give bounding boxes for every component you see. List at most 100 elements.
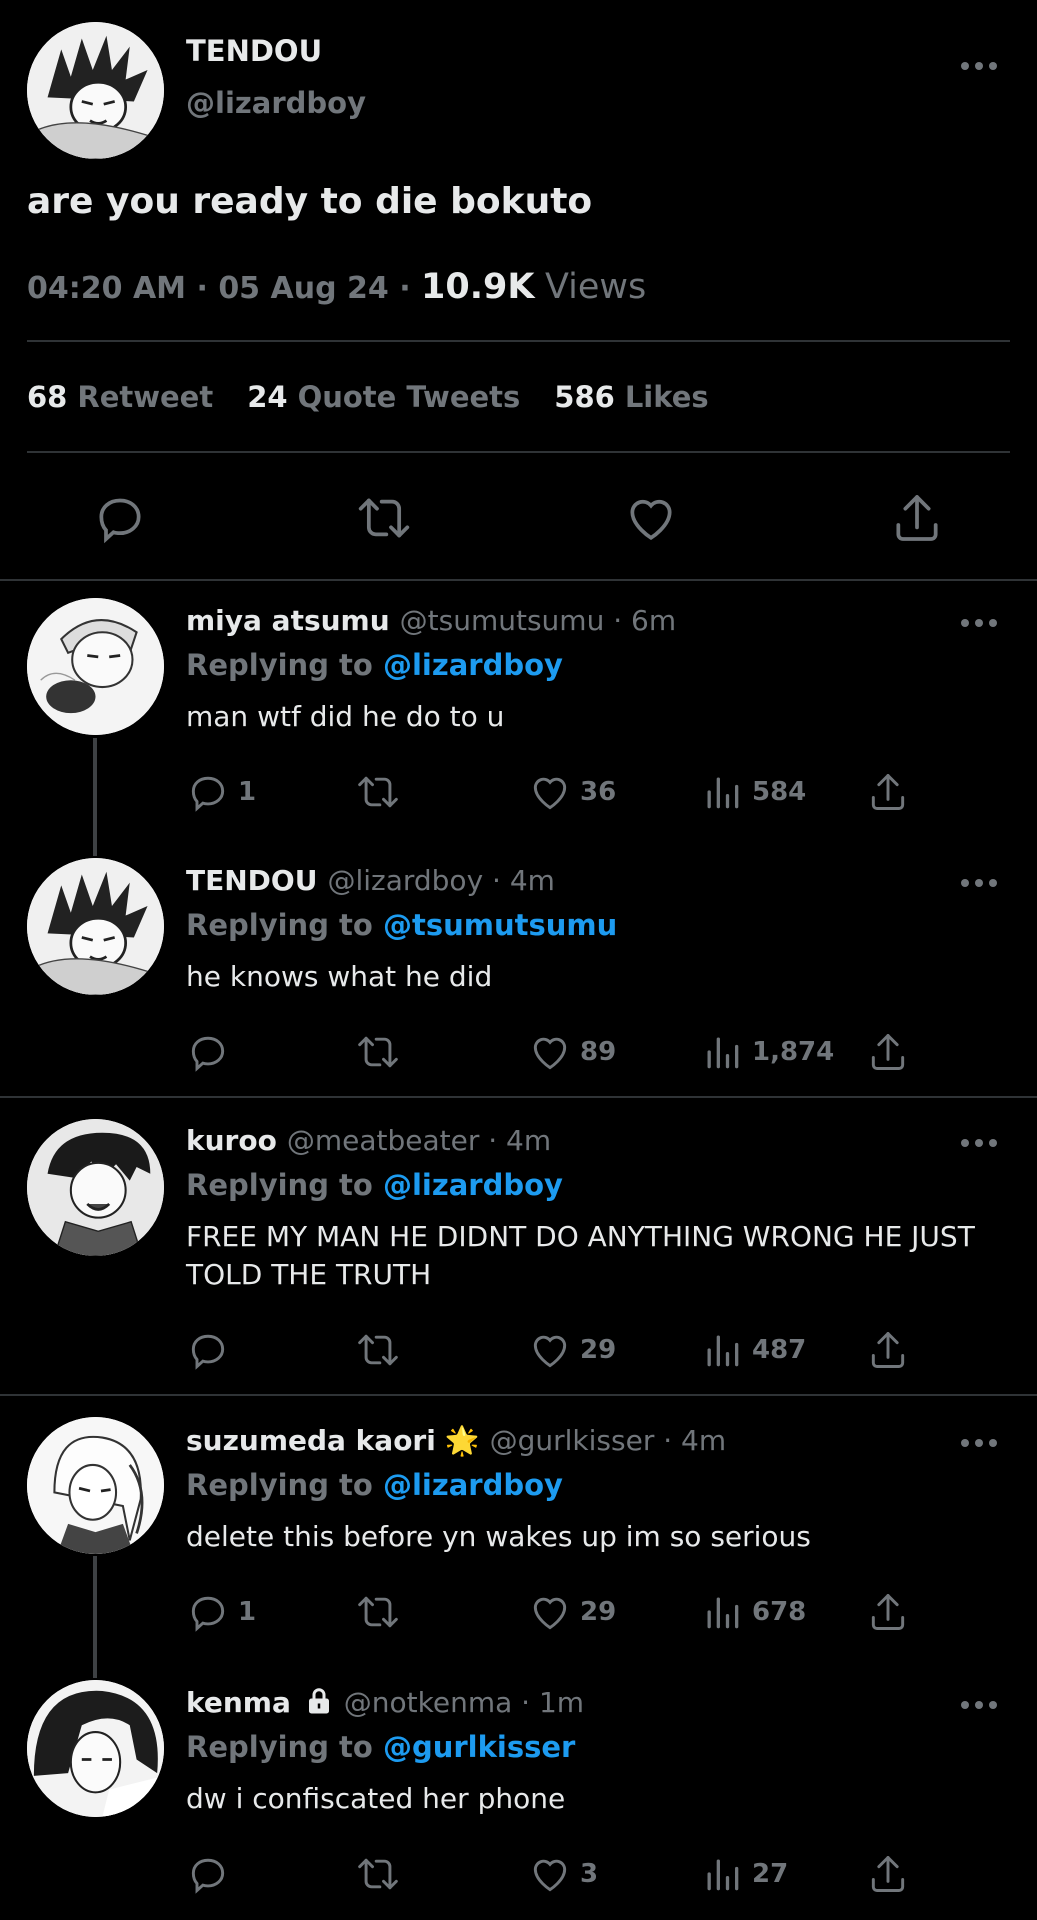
replying-to-mention[interactable]: @lizardboy [383, 648, 563, 682]
reply-button[interactable] [186, 1030, 238, 1074]
avatar[interactable] [27, 1119, 164, 1256]
quote-count[interactable]: 24 [247, 380, 287, 414]
views-button[interactable]: 1,874 [700, 1030, 834, 1074]
reply-header: suzumeda kaori 🌟 @gurlkisser · 4m [186, 1424, 726, 1457]
kaori-avatar-image [27, 1417, 164, 1554]
reply-icon [191, 1334, 225, 1370]
likes-label[interactable]: Likes [625, 380, 709, 414]
like-icon[interactable] [623, 490, 679, 546]
like-button[interactable]: 36 [528, 770, 616, 814]
like-icon [533, 1597, 567, 1630]
replying-to: Replying to @lizardboy [186, 1168, 563, 1202]
quote-label[interactable]: Quote Tweets [298, 380, 521, 414]
retweet-button[interactable] [356, 1590, 400, 1634]
tweet-time[interactable]: 04:20 AM [27, 271, 186, 306]
divider [27, 340, 1010, 342]
share-button[interactable] [866, 1328, 910, 1372]
reply-author-handle[interactable]: @lizardboy · 4m [327, 864, 554, 897]
replying-to-mention[interactable]: @tsumutsumu [383, 908, 617, 942]
reply-icon [191, 1596, 225, 1632]
retweet-button[interactable] [356, 1852, 400, 1896]
share-button[interactable] [866, 1852, 910, 1896]
replying-to-mention[interactable]: @lizardboy [383, 1168, 563, 1202]
reply-text: dw i confiscated her phone [186, 1782, 566, 1815]
views-button[interactable]: 584 [700, 770, 806, 814]
views-button[interactable]: 27 [700, 1852, 788, 1896]
share-icon [871, 1034, 905, 1070]
thread-line [93, 738, 97, 856]
retweet-icon [358, 776, 398, 808]
tweet-meta: 04:20 AM · 05 Aug 24 · 10.9K Views [27, 267, 647, 307]
reply-author-name[interactable]: suzumeda kaori [186, 1424, 436, 1457]
like-button[interactable]: 29 [528, 1328, 616, 1372]
avatar[interactable] [27, 598, 164, 735]
likes-count[interactable]: 586 [554, 380, 615, 414]
reply-icon[interactable] [92, 490, 148, 546]
reply-button[interactable] [186, 1852, 238, 1896]
reply-author-handle[interactable]: @tsumutsumu · 6m [400, 604, 676, 637]
avatar[interactable] [27, 22, 164, 159]
more-options-icon[interactable] [961, 1438, 997, 1448]
reply-author-handle[interactable]: @meatbeater · 4m [287, 1124, 551, 1157]
more-options-icon[interactable] [961, 618, 997, 628]
author-handle[interactable]: @lizardboy [186, 86, 366, 120]
like-icon [533, 777, 567, 810]
views-count: 10.9K [421, 267, 535, 307]
avatar[interactable] [27, 1680, 164, 1817]
like-button[interactable]: 29 [528, 1590, 616, 1634]
replying-to: Replying to @gurlkisser [186, 1730, 575, 1764]
share-button[interactable] [866, 1030, 910, 1074]
views-button[interactable]: 487 [700, 1328, 806, 1372]
reply-author-handle[interactable]: @gurlkisser · 4m [490, 1424, 727, 1457]
replying-to-prefix: Replying to [186, 648, 373, 682]
retweet-button[interactable] [356, 1328, 400, 1372]
replying-to: Replying to @tsumutsumu [186, 908, 617, 942]
more-options-icon[interactable] [961, 1700, 997, 1710]
kuroo-avatar-image [27, 1119, 164, 1256]
replying-to-mention[interactable]: @lizardboy [383, 1468, 563, 1502]
reply-icon [191, 776, 225, 812]
views-label: Views [544, 267, 647, 307]
replying-to-mention[interactable]: @gurlkisser [383, 1730, 575, 1764]
more-options-icon[interactable] [961, 878, 997, 888]
tweet-date[interactable]: 05 Aug 24 [218, 271, 388, 306]
replying-to-prefix: Replying to [186, 1730, 373, 1764]
retweet-button[interactable] [356, 770, 400, 814]
reply-count: 1 [238, 1597, 257, 1627]
replying-to: Replying to @lizardboy [186, 648, 563, 682]
author-name[interactable]: TENDOU [186, 34, 322, 68]
reply-icon [191, 1036, 225, 1072]
like-count: 89 [580, 1037, 617, 1067]
more-options-icon[interactable] [961, 1138, 997, 1148]
share-icon[interactable] [889, 490, 945, 546]
avatar[interactable] [27, 1417, 164, 1554]
reply-author-handle[interactable]: @notkenma · 1m [344, 1686, 584, 1719]
like-count: 3 [580, 1859, 599, 1889]
share-button[interactable] [866, 770, 910, 814]
divider [0, 1096, 1037, 1098]
like-button[interactable]: 89 [528, 1030, 616, 1074]
retweet-count[interactable]: 68 [27, 380, 67, 414]
retweet-button[interactable] [356, 1030, 400, 1074]
reply-author-name[interactable]: miya atsumu [186, 604, 390, 637]
reply-author-name[interactable]: kuroo [186, 1124, 277, 1157]
tendou-avatar-image [27, 858, 164, 995]
views-button[interactable]: 678 [700, 1590, 806, 1634]
reply-header: TENDOU @lizardboy · 4m [186, 864, 555, 897]
reply-author-name[interactable]: TENDOU [186, 864, 317, 897]
share-button[interactable] [866, 1590, 910, 1634]
more-options-icon[interactable] [961, 61, 997, 71]
reply-button[interactable]: 1 [186, 1590, 256, 1634]
reply-header: kuroo @meatbeater · 4m [186, 1124, 551, 1157]
kenma-avatar-image [27, 1680, 164, 1817]
reply-button[interactable] [186, 1328, 238, 1372]
share-icon [871, 1856, 905, 1892]
retweet-label[interactable]: Retweet [77, 380, 213, 414]
reply-button[interactable]: 1 [186, 770, 256, 814]
views-count: 678 [752, 1597, 807, 1627]
retweet-icon[interactable] [356, 490, 412, 546]
like-icon [533, 1335, 567, 1368]
avatar[interactable] [27, 858, 164, 995]
like-button[interactable]: 3 [528, 1852, 598, 1896]
reply-author-name[interactable]: kenma [186, 1686, 291, 1719]
